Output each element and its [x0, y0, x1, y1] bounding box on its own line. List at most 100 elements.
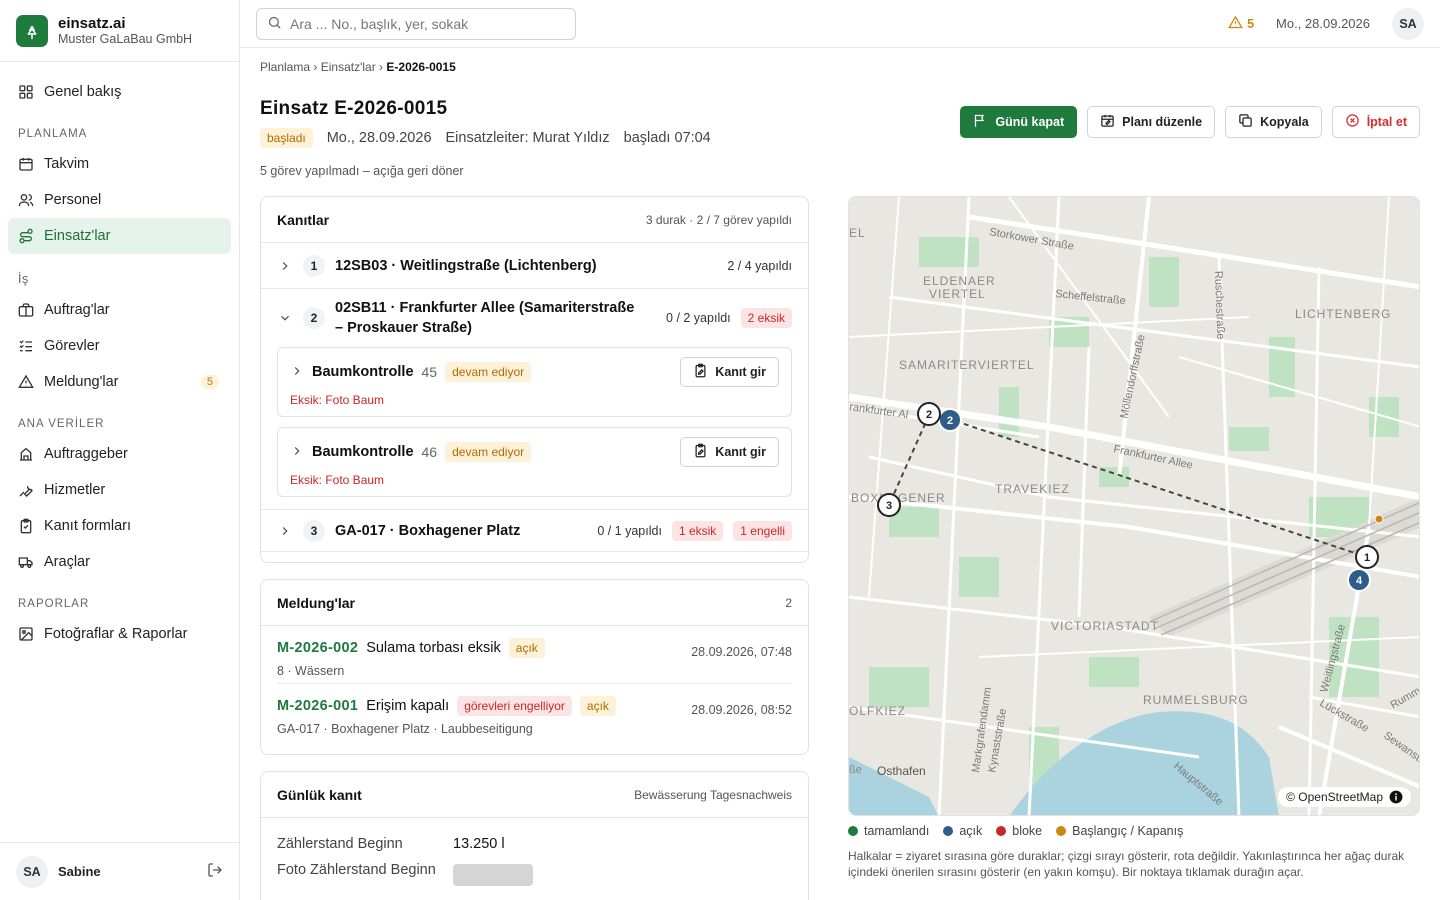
stop-row[interactable]: 2 02SB11 · Frankfurter Allee (Samariters… — [261, 289, 808, 347]
label-rusche: Ruschestraße — [1212, 271, 1226, 340]
daily-row: Foto Zählerstand Beginn — [261, 858, 808, 886]
info-icon[interactable] — [1389, 790, 1403, 804]
label-viertel: VIERTEL — [929, 287, 986, 301]
nav-item-staff[interactable]: Personel — [8, 182, 231, 218]
meldungen-count: 2 — [785, 595, 792, 610]
stops-map[interactable]: ELDENAER VIERTEL SAMARITERVIERTEL LICHTE… — [848, 196, 1420, 816]
breadcrumb: Planlama › Einsatz'lar › E-2026-0015 — [260, 60, 456, 74]
main-nav: Genel bakış PLANLAMA Takvim Personel Ein… — [0, 62, 239, 664]
marker-label: 1 — [1364, 552, 1370, 564]
status-badge: başladı — [260, 128, 313, 148]
topbar: 5 Mo., 28.09.2026 SA — [240, 0, 1440, 48]
nav-item-jobs[interactable]: Einsatz'lar — [8, 218, 231, 254]
top-avatar[interactable]: SA — [1392, 7, 1424, 40]
enter-evidence-button[interactable]: Kanıt gir — [680, 357, 779, 387]
current-date: Mo., 28.09.2026 — [1276, 16, 1370, 31]
avatar[interactable]: SA — [16, 855, 48, 888]
meldung-id[interactable]: M-2026-001 — [277, 698, 358, 714]
breadcrumb-jobs[interactable]: Einsatz'lar — [321, 60, 376, 74]
marker-label: 3 — [886, 500, 892, 512]
grid-icon — [18, 84, 34, 100]
job-started: başladı 07:04 — [623, 130, 711, 146]
nav-item-services[interactable]: Hizmetler — [8, 472, 231, 508]
nav-item-photos[interactable]: Fotoğraflar & Raporlar — [8, 616, 231, 652]
nav-item-label: Personel — [44, 192, 102, 208]
breadcrumb-sep: › — [379, 60, 384, 74]
list-item[interactable]: M-2026-002 Sulama torbası eksik açık 8 ·… — [261, 626, 808, 683]
cancel-button[interactable]: İptal et — [1331, 106, 1420, 138]
label-edge-2: ße — [849, 764, 862, 776]
nav-section-work: İş — [18, 272, 29, 286]
stop-name: 12SB03 · Weitlingstraße (Lichtenberg) — [335, 257, 597, 274]
copy-button[interactable]: Kopyala — [1225, 106, 1322, 138]
breadcrumb-current: E-2026-0015 — [386, 60, 456, 74]
stop-row[interactable]: 3 GA-017 · Boxhagener Platz 0 / 1 yapıld… — [261, 510, 808, 552]
chevron-right-icon[interactable] — [290, 444, 304, 461]
legend-dot-startend — [1056, 826, 1067, 836]
task-number: 46 — [421, 444, 438, 460]
marker-stop-2[interactable]: 2 — [917, 402, 941, 426]
enter-evidence-button[interactable]: Kanıt gir — [680, 437, 779, 467]
job-meta: başladı Mo., 28.09.2026 Einsatzleiter: M… — [260, 128, 711, 148]
stop-number: 3 — [303, 519, 325, 542]
card-title: Meldung'lar — [277, 594, 355, 611]
marker-stop-2-open[interactable]: 2 — [938, 408, 962, 432]
enter-evidence-label: Kanıt gir — [715, 445, 766, 459]
nav-item-vehicles[interactable]: Araçlar — [8, 544, 231, 580]
marker-stop-3[interactable]: 3 — [877, 493, 901, 517]
nav-item-orders[interactable]: Auftrag'lar — [8, 292, 231, 328]
nav-item-overview[interactable]: Genel bakış — [8, 74, 231, 110]
marker-stop-4-open[interactable]: 4 — [1347, 568, 1371, 592]
briefcase-icon — [18, 302, 34, 318]
chevron-right-icon[interactable] — [290, 364, 304, 381]
edit-plan-button[interactable]: Planı düzenle — [1087, 106, 1216, 138]
task-name: Baumkontrolle — [312, 364, 414, 380]
reports-count-badge: 5 — [200, 375, 219, 389]
nav-item-calendar[interactable]: Takvim — [8, 146, 231, 182]
blocked-badge: 1 engelli — [733, 520, 792, 541]
task-status-badge: devam ediyor — [445, 362, 532, 382]
legend-dot-open — [943, 826, 954, 836]
alerts-button[interactable]: 5 — [1228, 15, 1254, 33]
legend-open: açık — [943, 824, 982, 838]
chevron-right-icon[interactable] — [277, 259, 293, 273]
page-title: Einsatz E-2026-0015 — [260, 98, 448, 119]
daily-value: 13.250 l — [453, 836, 505, 852]
map-canvas[interactable]: ELDENAER VIERTEL SAMARITERVIERTEL LICHTE… — [849, 197, 1420, 816]
stop-name: 02SB11 · Frankfurter Allee (Samariterstr… — [335, 300, 635, 336]
legend-dot-blocked — [996, 826, 1007, 836]
calendar-edit-icon — [1100, 113, 1115, 131]
breadcrumb-planning[interactable]: Planlama — [260, 60, 310, 74]
nav-item-clients[interactable]: Auftraggeber — [8, 436, 231, 472]
attribution-text: © OpenStreetMap — [1286, 790, 1383, 804]
brand[interactable]: einsatz.ai Muster GaLaBau GmbH — [0, 0, 239, 62]
edit-plan-label: Planı düzenle — [1122, 115, 1203, 129]
search-box[interactable] — [256, 7, 576, 40]
nav-item-tasks[interactable]: Görevler — [8, 328, 231, 364]
map-attribution[interactable]: © OpenStreetMap — [1278, 787, 1411, 807]
meldung-flag-badge: görevleri engelliyor — [457, 696, 572, 716]
nav-item-label: Meldung'lar — [44, 374, 119, 390]
photo-thumbnail[interactable] — [453, 864, 533, 886]
daily-key: Zählerstand Beginn — [277, 836, 403, 852]
nav-item-label: Takvim — [44, 156, 90, 172]
start-end-marker[interactable] — [1374, 514, 1384, 524]
list-item[interactable]: M-2026-001 Erişim kapalı görevleri engel… — [277, 683, 792, 740]
chevron-right-icon[interactable] — [277, 524, 293, 538]
close-day-button[interactable]: Günü kapat — [960, 106, 1078, 138]
building-icon — [18, 446, 34, 462]
marker-label: 2 — [947, 415, 953, 427]
marker-stop-1[interactable]: 1 — [1355, 545, 1379, 569]
copy-icon — [1238, 113, 1253, 131]
warning-icon — [18, 374, 34, 390]
enter-evidence-label: Kanıt gir — [715, 365, 766, 379]
stop-row[interactable]: 1 12SB03 · Weitlingstraße (Lichtenberg) … — [261, 243, 808, 289]
truck-icon — [18, 554, 34, 570]
nav-item-reports[interactable]: Meldung'lar 5 — [8, 364, 231, 400]
nav-item-forms[interactable]: Kanıt formları — [8, 508, 231, 544]
search-input[interactable] — [290, 15, 565, 32]
user-name: Sabine — [58, 864, 101, 879]
meldung-id[interactable]: M-2026-002 — [277, 640, 358, 656]
chevron-down-icon[interactable] — [277, 311, 293, 325]
logout-icon[interactable] — [207, 862, 223, 881]
